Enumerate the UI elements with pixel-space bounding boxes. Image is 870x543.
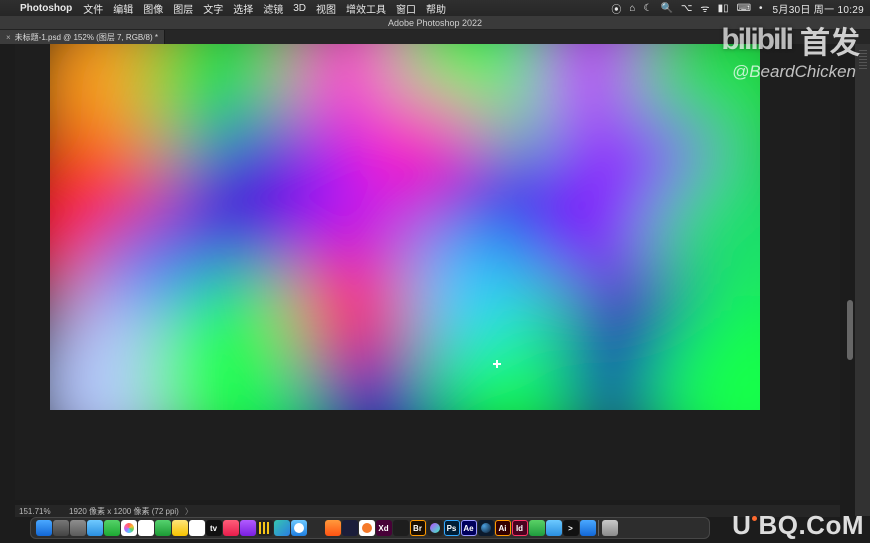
spotlight-icon[interactable]: 🔍 [656, 3, 676, 14]
status-disclosure-icon[interactable]: 〉 [185, 506, 193, 517]
menu-file[interactable]: 文件 [78, 1, 108, 16]
home-icon[interactable]: ⌂ [625, 3, 639, 14]
messages-icon[interactable] [104, 520, 120, 536]
appletv-icon[interactable]: tv [206, 520, 222, 536]
bilibili-tag: 首发 [800, 18, 860, 62]
bilibili-watermark: bilibili 首发 [721, 18, 860, 62]
menu-edit[interactable]: 编辑 [108, 1, 138, 16]
record-icon[interactable]: ⦿ [607, 1, 625, 16]
status-bar: 151.71% 1920 像素 x 1200 像素 (72 ppi) 〉 [15, 505, 840, 517]
figma-icon[interactable] [393, 520, 409, 536]
photos-icon[interactable] [121, 520, 137, 536]
edge-icon[interactable] [274, 520, 290, 536]
cinema4d-icon[interactable] [342, 520, 358, 536]
menu-type[interactable]: 文字 [198, 1, 228, 16]
menubar-clock[interactable]: 5月30日 周一 10:29 [767, 1, 870, 16]
indesign-icon[interactable]: Id [512, 520, 528, 536]
illustrator-icon[interactable]: Ai [495, 520, 511, 536]
steam-icon[interactable] [478, 520, 494, 536]
document-canvas[interactable] [50, 44, 760, 410]
moon-icon[interactable]: ☾ [639, 3, 656, 14]
menu-plugins[interactable]: 增效工具 [341, 1, 391, 16]
podcasts-icon[interactable] [240, 520, 256, 536]
author-handle: @BeardChicken [732, 62, 856, 82]
battery-icon[interactable]: ▮▯ [714, 3, 733, 14]
terminal-icon[interactable]: > [563, 520, 579, 536]
reminders-icon[interactable] [189, 520, 205, 536]
macos-menubar: Photoshop 文件 编辑 图像 图层 文字 选择 滤镜 3D 视图 增效工… [0, 0, 870, 16]
bridge-icon[interactable]: Br [410, 520, 426, 536]
calendar-icon[interactable]: 30 [138, 520, 154, 536]
video-status-icon[interactable]: • [755, 3, 767, 14]
menu-filter[interactable]: 滤镜 [258, 1, 288, 16]
safari-icon[interactable] [291, 520, 307, 536]
aftereffects-icon[interactable]: Ae [461, 520, 477, 536]
clipstudio-icon[interactable] [308, 520, 324, 536]
numbers-icon[interactable] [529, 520, 545, 536]
zoom-level[interactable]: 151.71% [19, 507, 63, 516]
macos-dock: 30 tv Xd Br PsAe AiId > [30, 517, 710, 539]
notes-icon[interactable] [172, 520, 188, 536]
canvas-stage[interactable] [15, 44, 840, 500]
document-info[interactable]: 1920 像素 x 1200 像素 (72 ppi) [69, 506, 179, 517]
appstore-icon[interactable] [580, 520, 596, 536]
close-tab-icon[interactable]: × [6, 33, 11, 42]
menu-window[interactable]: 窗口 [391, 1, 421, 16]
menu-image[interactable]: 图像 [138, 1, 168, 16]
menu-layer[interactable]: 图层 [168, 1, 198, 16]
xd-icon[interactable]: Xd [376, 520, 392, 536]
input-source-icon[interactable]: ⌨︎ [733, 3, 755, 14]
dock-separator [598, 520, 599, 536]
control-center-icon[interactable]: ⌥ [677, 3, 697, 14]
menu-3d[interactable]: 3D [288, 3, 311, 14]
menu-select[interactable]: 选择 [228, 1, 258, 16]
site-watermark: UBQ.CoM [732, 510, 864, 541]
wechat-icon[interactable] [155, 520, 171, 536]
system-settings-icon[interactable] [70, 520, 86, 536]
icloud-icon[interactable] [87, 520, 103, 536]
music-icon[interactable] [223, 520, 239, 536]
photoshop-window: Adobe Photoshop 2022 × 未标题-1.psd @ 152% … [0, 16, 870, 543]
clips-icon[interactable] [257, 520, 273, 536]
menu-help[interactable]: 帮助 [421, 1, 451, 16]
document-tab[interactable]: × 未标题-1.psd @ 152% (图层 7, RGB/8) * [0, 30, 165, 44]
pureref-icon[interactable] [427, 520, 443, 536]
blender-icon[interactable] [359, 520, 375, 536]
bilibili-logo-text: bilibili [721, 23, 792, 57]
wifi-icon[interactable]: ᯤ [696, 1, 713, 15]
vertical-scrollbar[interactable] [844, 60, 854, 500]
launchpad-icon[interactable] [53, 520, 69, 536]
app-menu[interactable]: Photoshop [14, 3, 78, 14]
folder-icon[interactable] [546, 520, 562, 536]
photoshop-icon[interactable]: Ps [444, 520, 460, 536]
scrollbar-thumb[interactable] [847, 300, 853, 360]
qq-icon[interactable] [325, 520, 341, 536]
collapsed-panels[interactable] [855, 44, 870, 516]
menu-view[interactable]: 视图 [311, 1, 341, 16]
document-tab-label: 未标题-1.psd @ 152% (图层 7, RGB/8) * [15, 32, 158, 43]
trash-icon[interactable] [602, 520, 618, 536]
finder-icon[interactable] [36, 520, 52, 536]
